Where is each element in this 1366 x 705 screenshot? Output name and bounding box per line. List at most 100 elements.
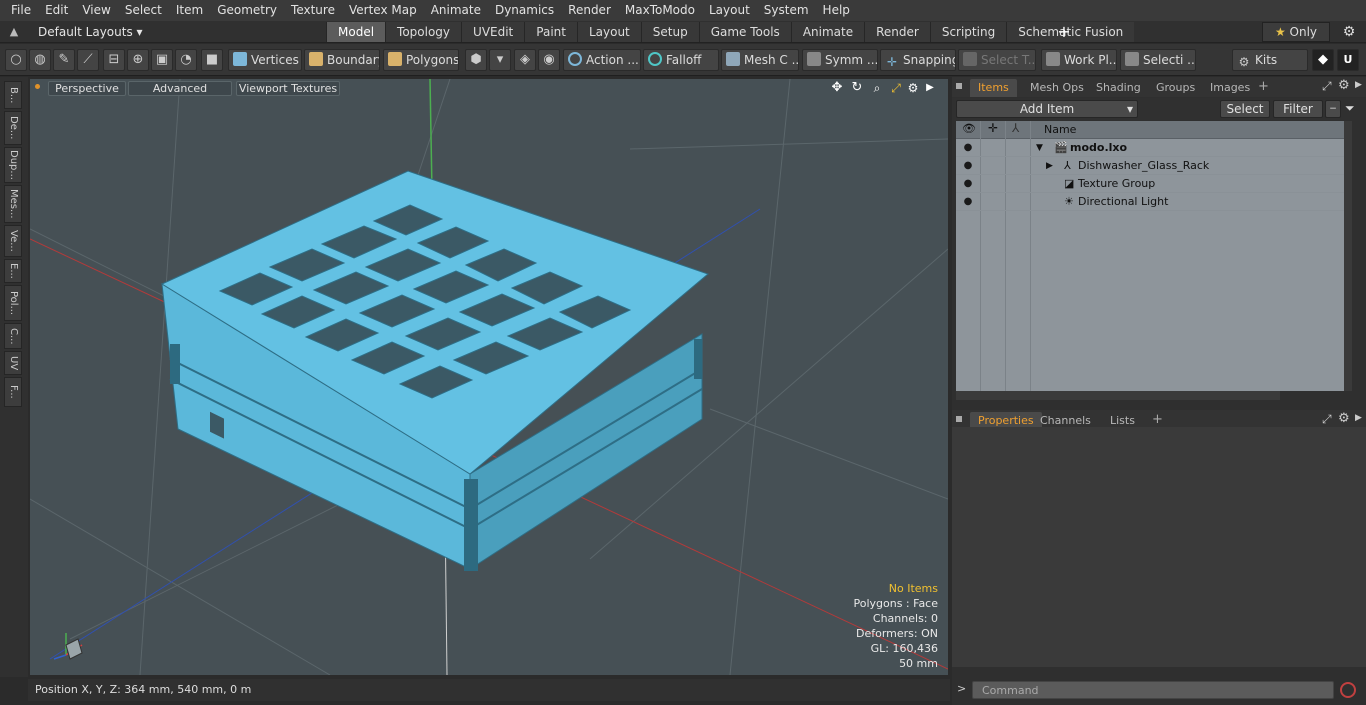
mode-dropdown-icon[interactable]: ▾ <box>489 49 511 71</box>
left-tab-vertex[interactable]: Ve... <box>4 225 22 257</box>
menu-dynamics[interactable]: Dynamics <box>488 0 561 21</box>
globe-icon[interactable]: ◍ <box>29 49 51 71</box>
tree-row-texture-group[interactable]: ● ◪ Texture Group <box>956 175 1348 193</box>
visibility-eye-icon[interactable]: ● <box>961 159 975 173</box>
menu-vertex-map[interactable]: Vertex Map <box>342 0 424 21</box>
tree-row-dishwasher-glass-rack[interactable]: ● ▶ ⅄ Dishwasher_Glass_Rack <box>956 157 1348 175</box>
tree-horizontal-scrollbar[interactable] <box>956 391 1280 400</box>
panel-gear-icon[interactable]: ⚙ <box>1338 411 1350 426</box>
menu-help[interactable]: Help <box>816 0 857 21</box>
left-tab-basic[interactable]: B... <box>4 81 22 109</box>
left-tab-deform[interactable]: De... <box>4 111 22 145</box>
visibility-header-icon[interactable]: 👁 <box>962 122 976 135</box>
menu-view[interactable]: View <box>75 0 117 21</box>
expand-icon[interactable]: ⤢ <box>1322 79 1332 94</box>
viewport-textures-button[interactable]: Viewport Textures <box>236 81 340 96</box>
select-through-button[interactable]: Select T... <box>958 49 1036 71</box>
mesh-constraint-button[interactable]: Mesh C ... <box>721 49 799 71</box>
menu-system[interactable]: System <box>757 0 816 21</box>
panel-arrow-icon[interactable]: ▶ <box>1355 413 1362 423</box>
circle-select-icon[interactable]: ○ <box>5 49 27 71</box>
panel-arrow-icon[interactable]: ▶ <box>1355 80 1362 90</box>
menu-texture[interactable]: Texture <box>284 0 342 21</box>
collapse-icon[interactable]: − <box>1325 100 1341 118</box>
command-input[interactable]: Command <box>972 681 1334 699</box>
perspective-button[interactable]: Perspective <box>48 81 126 96</box>
maximize-view-icon[interactable]: ⤢ <box>889 81 903 95</box>
polygons-button[interactable]: Polygons <box>383 49 459 71</box>
advanced-button[interactable]: Advanced <box>128 81 232 96</box>
selection-sets-button[interactable]: Selecti ... <box>1120 49 1196 71</box>
unity-icon[interactable]: ◆ <box>1312 49 1334 71</box>
filter-button[interactable]: Filter <box>1273 100 1323 118</box>
menu-animate[interactable]: Animate <box>424 0 488 21</box>
left-tab-mesh-edit[interactable]: Mes... <box>4 185 22 223</box>
add-tab-plus-icon[interactable]: + <box>1055 22 1073 42</box>
panel-gear-icon[interactable]: ⚙ <box>1338 78 1350 93</box>
menu-file[interactable]: File <box>4 0 38 21</box>
menu-render[interactable]: Render <box>561 0 618 21</box>
square-select-icon[interactable]: ▣ <box>151 49 173 71</box>
tab-items[interactable]: Items <box>970 79 1017 97</box>
rotate-view-icon[interactable]: ↻ <box>850 81 864 95</box>
tab-setup[interactable]: Setup <box>640 22 699 42</box>
viewport-gear-icon[interactable]: ⚙ <box>906 81 920 95</box>
action-button[interactable]: Action ... <box>563 49 641 71</box>
tab-scripting[interactable]: Scripting <box>929 22 1007 42</box>
add-tab-icon[interactable]: + <box>1152 412 1163 427</box>
zoom-view-icon[interactable]: ⌕ <box>870 81 884 95</box>
layout-dropdown[interactable]: Default Layouts ▾ <box>30 22 151 42</box>
layout-arrow-icon[interactable]: ▲ <box>6 24 22 40</box>
tab-paint[interactable]: Paint <box>524 22 577 42</box>
tab-topology[interactable]: Topology <box>385 22 462 42</box>
tab-images[interactable]: Images <box>1202 79 1258 97</box>
only-button[interactable]: ★ Only <box>1262 22 1330 42</box>
left-tab-polygon[interactable]: Pol... <box>4 285 22 321</box>
gear-icon[interactable]: ⚙ <box>1340 23 1358 41</box>
record-icon[interactable] <box>1340 682 1356 698</box>
expand-arrow-icon[interactable]: ▶ <box>1046 158 1053 174</box>
tab-render[interactable]: Render <box>864 22 930 42</box>
type-header-icon[interactable]: ⅄ <box>1012 121 1019 135</box>
add-item-button[interactable]: Add Item ▾ <box>956 100 1138 118</box>
expand-icon[interactable]: ⤢ <box>1322 412 1332 427</box>
left-tab-curve[interactable]: C... <box>4 323 22 349</box>
select-button[interactable]: Select <box>1220 100 1270 118</box>
falloff-button[interactable]: Falloff <box>643 49 719 71</box>
menu-select[interactable]: Select <box>118 0 169 21</box>
left-tab-fusion[interactable]: F... <box>4 377 22 407</box>
tab-game-tools[interactable]: Game Tools <box>698 22 791 42</box>
visibility-eye-icon[interactable]: ● <box>961 177 975 191</box>
move-view-icon[interactable]: ✥ <box>830 81 844 95</box>
panel-dot-icon[interactable] <box>956 83 962 89</box>
name-column-header[interactable]: Name <box>1044 123 1076 136</box>
panel-dot-icon[interactable] <box>956 416 962 422</box>
menu-geometry[interactable]: Geometry <box>210 0 284 21</box>
unreal-icon[interactable]: U <box>1337 49 1359 71</box>
work-plane-button[interactable]: Work Pl... <box>1041 49 1117 71</box>
menu-layout[interactable]: Layout <box>702 0 757 21</box>
collapse-arrow-icon[interactable]: ▼ <box>1036 140 1043 156</box>
dishwasher-glass-rack-model[interactable] <box>160 170 709 571</box>
tree-row-modo-lxo[interactable]: ● ▼ 🎬 modo.lxo <box>956 139 1348 157</box>
viewport-arrow-icon[interactable]: ▶ <box>924 81 936 95</box>
pie-icon[interactable]: ◔ <box>175 49 197 71</box>
funnel-icon[interactable]: ⏷ <box>1345 101 1355 116</box>
pen-icon[interactable]: ✎ <box>53 49 75 71</box>
tab-model[interactable]: Model <box>326 22 386 42</box>
symmetry-button[interactable]: Symm ... <box>802 49 878 71</box>
menu-item[interactable]: Item <box>169 0 210 21</box>
vertices-button[interactable]: Vertices <box>228 49 302 71</box>
menu-maxtomodo[interactable]: MaxToModo <box>618 0 702 21</box>
brush-icon[interactable]: ⟋ <box>77 49 99 71</box>
tab-shading[interactable]: Shading <box>1088 79 1149 97</box>
tree-row-directional-light[interactable]: ● ☀ Directional Light <box>956 193 1348 211</box>
boundary-button[interactable]: Boundary <box>304 49 380 71</box>
left-tab-duplicate[interactable]: Dup... <box>4 147 22 183</box>
item-mode-icon[interactable]: ⬢ <box>465 49 487 71</box>
tab-uvedit[interactable]: UVEdit <box>461 22 525 42</box>
visibility-eye-icon[interactable]: ● <box>961 195 975 209</box>
material-icon[interactable]: ◉ <box>538 49 560 71</box>
kits-button[interactable]: ⚙ Kits <box>1232 49 1308 71</box>
element-icon[interactable]: ◈ <box>514 49 536 71</box>
